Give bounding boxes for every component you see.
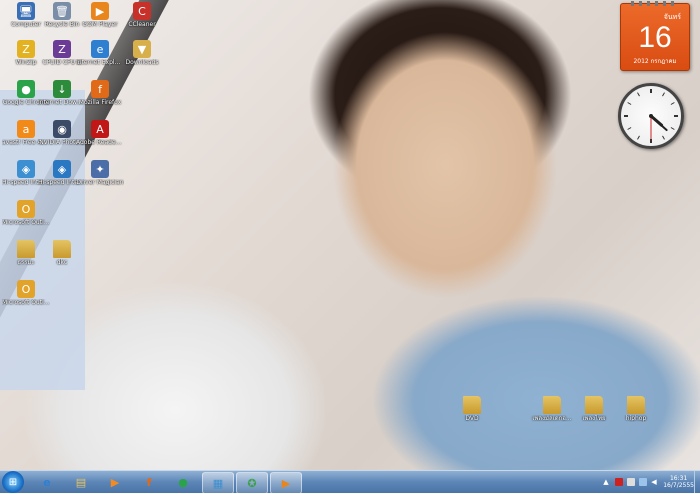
outlook-icon: O [17, 200, 35, 218]
network-icon: ▦ [212, 476, 224, 490]
desktop[interactable]: 🖥 Computer 🗑 Recycle Bin ▶ GOM Player C CCleane… [0, 0, 700, 470]
calendar-month: 2012 กรกฎาคม [633, 58, 677, 65]
desktop-icon[interactable]: C CCleaner [118, 2, 166, 28]
system-tray: ▲ ◀ 16:31 16/7/2555 [603, 473, 694, 491]
desktop-icon-label: เพลงไทย [582, 415, 606, 422]
messenger-icon: ✪ [247, 476, 257, 490]
recycle-bin-icon: 🗑 [53, 2, 71, 20]
avast-icon: a [17, 120, 35, 138]
nvidia-icon: ◉ [53, 120, 71, 138]
hi-speed-internet-icon-2: ◈ [53, 160, 71, 178]
desktop-icon[interactable]: ▼ Downloads [118, 40, 166, 66]
taskbar-media-player[interactable]: ▶ [100, 472, 130, 492]
desktop-icon[interactable]: OMicrosoft Outlook 2010 [2, 200, 50, 226]
desktop-icon[interactable]: เพลงไทย [570, 396, 618, 422]
computer-icon: 🖥 [17, 2, 35, 20]
clock-gadget[interactable] [618, 83, 684, 149]
tray-volume-icon[interactable]: ◀ [651, 478, 659, 486]
internet-explorer-icon: e [43, 475, 51, 489]
desktop-icon[interactable]: เพลงมัลเดกอ... [528, 396, 576, 422]
desktop-icon-label: DVD [465, 415, 479, 422]
chrome-icon: ● [17, 80, 35, 98]
desktop-icon-label: hiphop [625, 415, 647, 422]
calendar-day: 16 [638, 21, 672, 54]
chrome-icon: ● [178, 475, 188, 489]
tray-up-arrow-icon[interactable]: ▲ [603, 478, 611, 486]
firefox-icon: f [146, 475, 152, 489]
desktop-icon[interactable]: hiphop [612, 396, 660, 422]
taskbar-messenger[interactable]: ✪ [236, 472, 268, 494]
windows-logo-icon: ⊞ [8, 476, 18, 488]
folder-icon-2 [53, 240, 71, 258]
tray-network-icon[interactable] [639, 478, 648, 486]
gom-player-icon: ▶ [281, 476, 291, 490]
desktop-icon-label: GOM Player [82, 21, 118, 28]
taskbar-ie[interactable]: e [32, 472, 62, 492]
desktop-icon[interactable]: dkc [38, 240, 86, 266]
taskbar: ⊞ e ▤ ▶ f ● ▦ ✪ ▶ ▲ ◀ 16:31 16/7/2555 [0, 470, 700, 494]
desktop-icon-label: dkc [56, 259, 68, 266]
folder-icon [17, 240, 35, 258]
adobe-reader-icon: A [91, 120, 109, 138]
folder-icon-4 [543, 396, 561, 414]
show-desktop-button[interactable] [694, 471, 700, 493]
desktop-icon[interactable]: ✦ Driver Magician [76, 160, 124, 186]
clock-face [624, 89, 678, 143]
desktop-icon[interactable]: DVD [448, 396, 496, 422]
folder-icon: ▤ [75, 475, 87, 489]
downloads-folder-icon: ▼ [133, 40, 151, 58]
driver-magician-icon: ✦ [91, 160, 109, 178]
tray-clock[interactable]: 16:31 16/7/2555 [663, 475, 694, 489]
calendar-gadget[interactable]: จันทร์ 16 2012 กรกฎาคม [620, 1, 690, 71]
desktop-icon-label: CCleaner [128, 21, 156, 28]
folder-icon-3 [463, 396, 481, 414]
taskbar-firefox[interactable]: f [134, 472, 164, 492]
cpuz-icon: Z [53, 40, 71, 58]
desktop-icon-label: Internet Explorer [76, 59, 124, 66]
calendar-rings [631, 1, 679, 6]
ccleaner-icon: C [133, 2, 151, 20]
desktop-icon[interactable]: e Internet Explorer [76, 40, 124, 66]
taskbar-network[interactable]: ▦ [202, 472, 234, 494]
taskbar-explorer[interactable]: ▤ [66, 472, 96, 492]
tray-language-icon[interactable] [615, 478, 624, 486]
desktop-icon-label: เพลงมัลเดกอ... [532, 415, 572, 422]
internet-explorer-icon: e [91, 40, 109, 58]
desktop-icon[interactable]: ▶ GOM Player [76, 2, 124, 28]
tray-flag-icon[interactable] [627, 478, 636, 486]
outlook-icon-2: O [17, 280, 35, 298]
desktop-icon-label: Adobe Reader X [76, 139, 124, 146]
media-player-icon: ▶ [110, 475, 120, 489]
folder-icon-6 [627, 396, 645, 414]
tray-date: 16/7/2555 [663, 482, 694, 489]
folder-icon-5 [585, 396, 603, 414]
desktop-icon[interactable]: A Adobe Reader X [76, 120, 124, 146]
desktop-icon-label: Microsoft Outlook 2010 [2, 299, 50, 306]
desktop-icon-label: Downloads [125, 59, 159, 66]
desktop-icon-label: Driver Magician [76, 179, 124, 186]
firefox-icon: f [91, 80, 109, 98]
start-button[interactable]: ⊞ [2, 471, 24, 493]
idm-icon: ↓ [53, 80, 71, 98]
taskbar-chrome[interactable]: ● [168, 472, 198, 492]
winzip-icon: Z [17, 40, 35, 58]
desktop-icon-label: Microsoft Outlook 2010 [2, 219, 50, 226]
desktop-icon-label: Mozilla Firefox [78, 99, 122, 106]
desktop-icon[interactable]: OMicrosoft Outlook 2010 [2, 280, 50, 306]
tray-time: 16:31 [669, 475, 688, 482]
gom-player-icon: ▶ [91, 2, 109, 20]
clock-minute-hand [650, 115, 668, 132]
taskbar-gom[interactable]: ▶ [270, 472, 302, 494]
desktop-icon[interactable]: f Mozilla Firefox [76, 80, 124, 106]
hi-speed-internet-icon: ◈ [17, 160, 35, 178]
